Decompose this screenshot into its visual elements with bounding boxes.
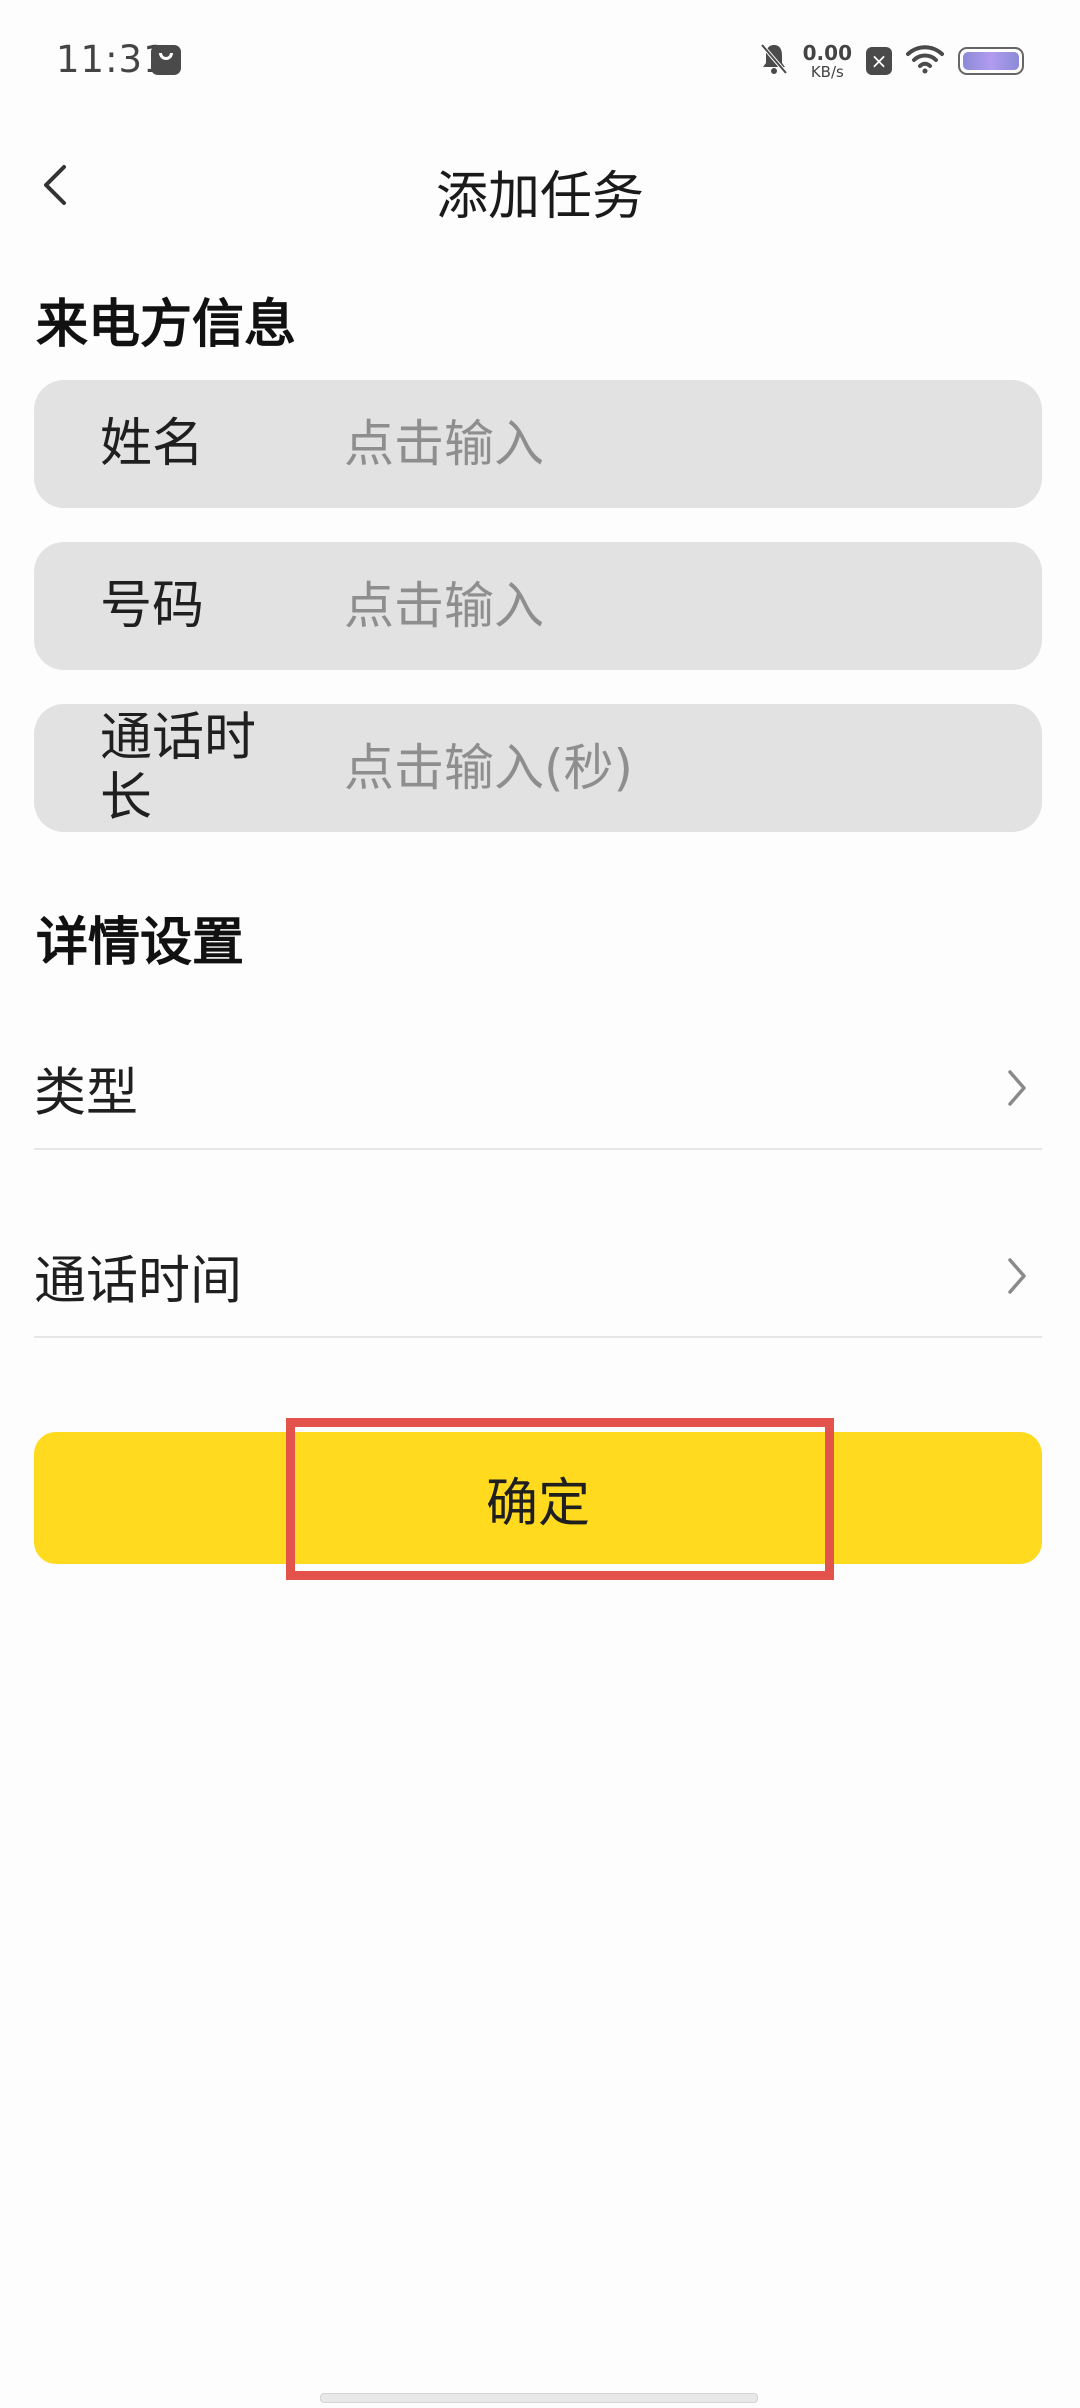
name-label: 姓名 xyxy=(100,414,205,474)
call-duration-input[interactable] xyxy=(344,704,1004,832)
mute-bell-icon xyxy=(759,42,789,80)
chevron-right-icon xyxy=(1008,1070,1026,1106)
name-field[interactable]: 姓名 xyxy=(34,380,1042,508)
call-duration-field[interactable]: 通话时长 xyxy=(34,704,1042,832)
net-speed: 0.00 KB/s xyxy=(803,43,852,80)
page-title: 添加任务 xyxy=(435,167,644,227)
name-input[interactable] xyxy=(344,380,1004,508)
confirm-label: 确定 xyxy=(485,1473,590,1534)
net-speed-unit: KB/s xyxy=(810,62,844,81)
home-indicator[interactable] xyxy=(320,2393,758,2403)
wifi-icon xyxy=(906,44,944,78)
number-input[interactable] xyxy=(344,542,1004,670)
battery-icon xyxy=(958,47,1024,75)
number-label: 号码 xyxy=(100,576,205,636)
type-row[interactable]: 类型 xyxy=(34,1028,1042,1150)
call-time-label: 通话时间 xyxy=(34,1251,243,1312)
number-field[interactable]: 号码 xyxy=(34,542,1042,670)
type-label: 类型 xyxy=(34,1063,139,1124)
message-icon xyxy=(151,45,181,75)
nav-bar: 添加任务 xyxy=(0,130,1080,240)
chevron-right-icon xyxy=(1008,1258,1026,1294)
confirm-button[interactable]: 确定 xyxy=(34,1432,1042,1564)
call-duration-label: 通话时长 xyxy=(100,708,257,828)
status-icons: 0.00 KB/s × xyxy=(759,36,1024,86)
detail-settings-heading: 详情设置 xyxy=(36,913,245,973)
net-speed-value: 0.00 xyxy=(802,40,852,65)
caller-info-heading: 来电方信息 xyxy=(36,295,297,355)
status-bar: 11:31 0.00 KB/s × xyxy=(0,0,1080,130)
call-time-row[interactable]: 通话时间 xyxy=(34,1216,1042,1338)
sim-x-icon: × xyxy=(866,47,892,75)
